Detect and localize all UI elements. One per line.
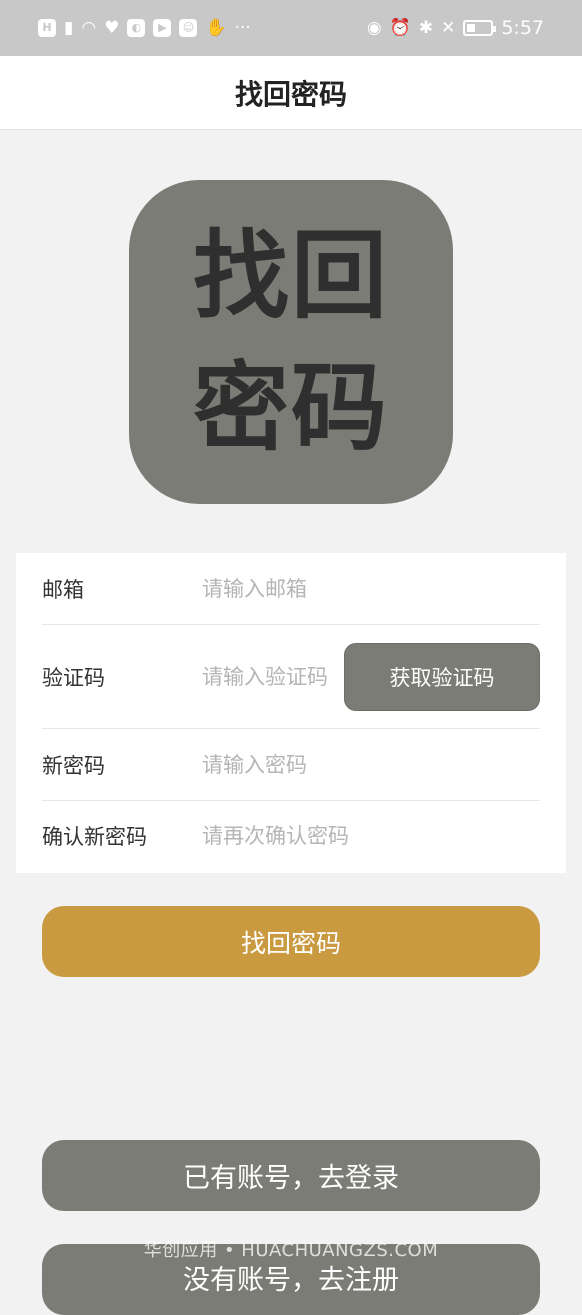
- status-time: 5:57: [501, 17, 544, 39]
- colorful-app-icon: ◐: [127, 19, 146, 37]
- app-logo: 找回 密码: [129, 180, 453, 504]
- go-login-button[interactable]: 已有账号，去登录: [42, 1140, 540, 1211]
- status-bar-right: ◉ ⏰ ✱ ✕ 5:57: [367, 17, 544, 39]
- confirm-password-row: 确认新密码: [42, 801, 540, 871]
- play-app-icon: ▶: [153, 19, 172, 37]
- confirm-password-input[interactable]: [202, 824, 462, 848]
- mute-icon: ✕: [441, 17, 456, 38]
- eye-icon: ◉: [366, 17, 382, 38]
- new-password-label: 新密码: [42, 753, 105, 778]
- get-code-button[interactable]: 获取验证码: [344, 643, 540, 711]
- code-row: 验证码 获取验证码: [42, 625, 540, 729]
- email-input[interactable]: [202, 576, 462, 601]
- code-label: 验证码: [42, 665, 105, 690]
- heart-app-icon: ♥: [104, 17, 120, 38]
- logo-text-line2: 密码: [193, 352, 389, 464]
- nav-bar: 找回密码: [0, 56, 582, 130]
- alarm-icon: ⏰: [389, 17, 411, 38]
- game-app-icon: ☺: [179, 19, 198, 37]
- new-password-input[interactable]: [202, 752, 462, 777]
- submit-button[interactable]: 找回密码: [42, 906, 540, 977]
- code-input[interactable]: [202, 664, 328, 689]
- wifi-icon: ◠: [81, 17, 97, 38]
- page-title: 找回密码: [234, 77, 347, 111]
- new-password-row: 新密码: [42, 729, 540, 801]
- more-notifications: ···: [234, 17, 251, 38]
- bluetooth-icon: ✱: [418, 17, 434, 38]
- email-label: 邮箱: [42, 577, 84, 602]
- confirm-password-label: 确认新密码: [42, 825, 147, 849]
- hd-icon: H: [38, 19, 56, 37]
- logo-text-line1: 找回: [193, 220, 389, 332]
- status-bar: H ▮ ◠ ♥ ◐ ▶ ☺ ✋ ··· ◉ ⏰ ✱ ✕ 5:57: [0, 0, 582, 56]
- hand-app-icon: ✋: [205, 17, 227, 38]
- signal-4g-icon: ▮: [64, 17, 74, 38]
- email-row: 邮箱: [42, 553, 540, 625]
- battery-icon: [463, 20, 497, 36]
- reset-form: 邮箱 验证码 获取验证码 新密码 确认新密码: [16, 553, 566, 873]
- status-bar-left: H ▮ ◠ ♥ ◐ ▶ ☺ ✋ ···: [38, 19, 251, 37]
- watermark: 华创应用 • HUACHUANGZS.COM: [143, 1240, 439, 1261]
